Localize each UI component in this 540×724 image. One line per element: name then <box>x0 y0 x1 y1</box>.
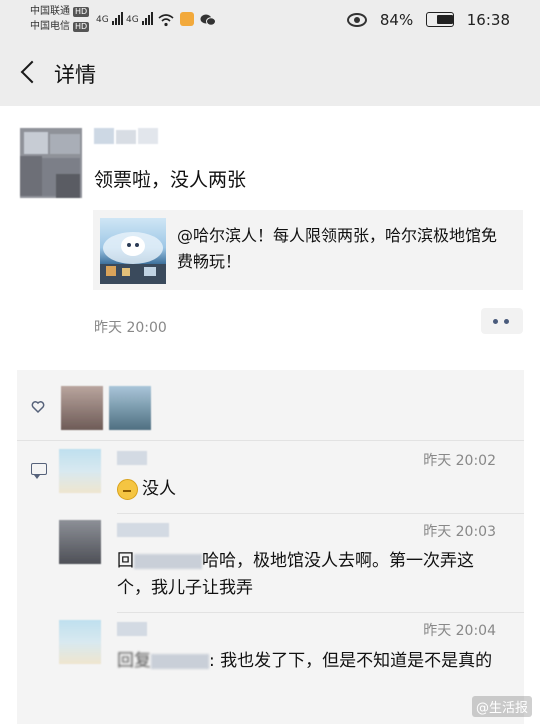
carrier-1: 中国联通 HD <box>30 6 90 18</box>
commenter-name[interactable] <box>117 523 169 537</box>
commenter-avatar[interactable] <box>59 520 101 564</box>
comment-timestamp: 昨天 20:03 <box>423 524 496 540</box>
battery-percent: 84% <box>379 10 414 29</box>
post-text: 领票啦，没人两张 <box>94 169 247 191</box>
app-notification-icon <box>180 12 194 26</box>
like-avatar[interactable] <box>61 386 103 430</box>
comment-text: 回复 : 我也发了下，但是不知道是不是真的 <box>117 648 507 675</box>
divider <box>17 440 524 441</box>
like-avatar[interactable] <box>109 386 151 430</box>
author-name[interactable] <box>94 128 158 146</box>
comment-text: 没人 <box>117 476 176 503</box>
back-arrow-icon[interactable] <box>16 58 46 88</box>
network-type-2: 4G <box>126 15 139 25</box>
heart-icon <box>31 401 45 414</box>
wifi-icon <box>158 12 174 27</box>
shared-link-title: @哈尔滨人！每人限领两张，哈尔滨极地馆免费畅玩！ <box>177 226 498 271</box>
dot-icon <box>504 319 509 324</box>
post-timestamp: 昨天 20:00 <box>94 320 167 336</box>
commenter-avatar[interactable] <box>59 449 101 493</box>
divider <box>117 513 524 514</box>
carrier-1-label: 中国联通 <box>30 6 70 17</box>
carrier-2: 中国电信 HD <box>30 21 90 33</box>
network-type: 4G <box>96 15 109 25</box>
battery-icon <box>425 12 454 27</box>
comment-body: : 我也发了下，但是不知道是不是真的 <box>209 651 493 671</box>
reply-prefix: 回复 <box>117 651 151 671</box>
signal-icon-2: 4G <box>126 12 154 25</box>
carrier-2-label: 中国电信 <box>30 21 70 32</box>
more-options-button[interactable] <box>481 308 523 334</box>
eye-comfort-icon <box>347 12 368 27</box>
wechat-icon <box>200 12 216 26</box>
commenter-name[interactable] <box>117 622 147 636</box>
reply-prefix: 回 <box>117 551 134 571</box>
reply-target-name[interactable] <box>151 653 209 669</box>
avatar[interactable] <box>20 128 82 198</box>
commenter-name[interactable] <box>117 451 147 465</box>
clock: 16:38 <box>466 10 510 29</box>
hd-badge-2: HD <box>73 22 90 32</box>
comment-text: 回哈哈，极地馆没人去啊。第一次弄这个，我儿子让我弄 <box>117 548 507 602</box>
status-bar: 中国联通 HD 中国电信 HD 4G 4G 84% 16:38 <box>0 0 540 40</box>
dot-icon <box>493 319 498 324</box>
comment-timestamp: 昨天 20:02 <box>423 453 496 469</box>
nav-bar: 详情 <box>0 40 540 106</box>
comment-timestamp: 昨天 20:04 <box>423 623 496 639</box>
signal-icon: 4G <box>96 12 124 25</box>
comment-icon <box>31 463 47 479</box>
status-right: 84% 16:38 <box>339 10 510 29</box>
watermark: @生活报 <box>471 696 532 717</box>
reply-target-name[interactable] <box>134 553 202 569</box>
comment-body: 没人 <box>142 479 176 499</box>
shared-link-card[interactable]: @哈尔滨人！每人限领两张，哈尔滨极地馆免费畅玩！ <box>93 210 523 290</box>
shared-link-thumbnail <box>100 218 166 284</box>
hd-badge: HD <box>73 7 90 17</box>
page-title: 详情 <box>54 63 96 87</box>
likes-comments-panel: 昨天 20:02 没人 昨天 20:03 回哈哈，极地馆没人去啊。第一次弄这个，… <box>17 370 524 724</box>
commenter-avatar[interactable] <box>59 620 101 664</box>
thinking-emoji-icon <box>117 478 138 500</box>
divider <box>117 612 524 613</box>
